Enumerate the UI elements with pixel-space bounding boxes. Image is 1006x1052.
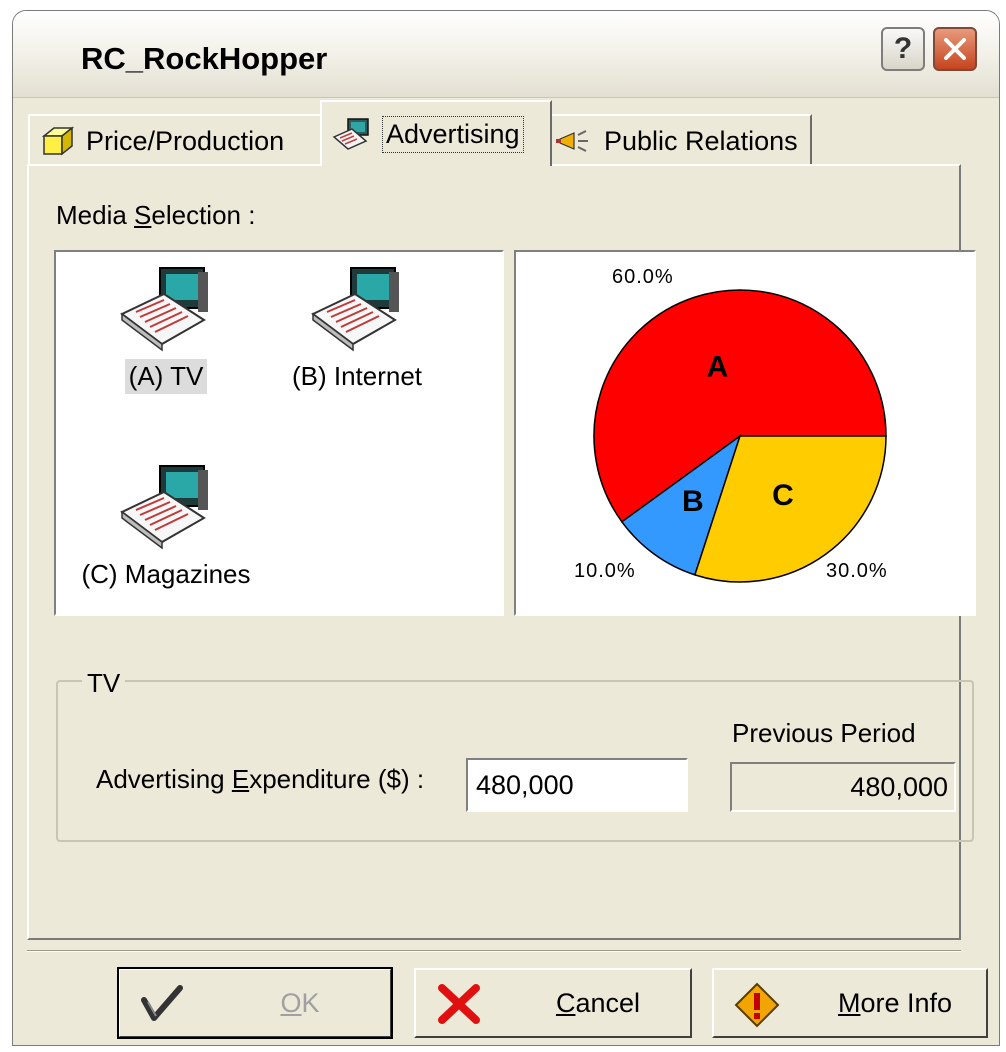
media-pie-chart: A B C 60.0% 10.0% 30.0% — [514, 250, 976, 616]
media-item-magazines[interactable]: (C) Magazines — [66, 462, 266, 592]
media-item-tv[interactable]: (A) TV — [96, 264, 236, 394]
media-item-internet[interactable]: (B) Internet — [262, 264, 452, 394]
computer-newspaper-icon — [120, 465, 208, 550]
tab-label: Public Relations — [604, 125, 798, 156]
tab-advertising[interactable]: Advertising — [320, 100, 552, 166]
ok-label: OK — [280, 987, 320, 1018]
close-icon — [944, 38, 966, 60]
cancel-button[interactable]: Cancel — [414, 968, 692, 1038]
media-list[interactable]: (A) TV (B) Internet (C) Magazines — [54, 250, 504, 616]
media-item-label: (C) Magazines — [81, 559, 251, 589]
media-selection-label: Media Selection : — [56, 200, 256, 230]
separator — [27, 950, 961, 952]
pie-slice-letter: A — [707, 351, 729, 384]
previous-period-value: 480,000 — [730, 762, 956, 812]
megaphone-icon — [556, 130, 588, 152]
box-icon — [41, 126, 75, 156]
media-item-label: (A) TV — [124, 359, 208, 394]
advertising-icon — [332, 118, 369, 150]
tab-label: Price/Production — [86, 125, 285, 156]
computer-newspaper-icon — [311, 267, 399, 352]
ok-button[interactable]: OK — [117, 967, 393, 1039]
help-label: ? — [893, 32, 913, 65]
tab-price-production[interactable]: Price/Production — [28, 114, 328, 166]
pie-slice-letter: B — [682, 485, 704, 518]
tab-public-relations[interactable]: Public Relations — [542, 114, 812, 166]
advertising-expenditure-input[interactable]: 480,000 — [466, 758, 688, 812]
help-button[interactable]: ? — [881, 27, 925, 71]
more-info-label: More Info — [837, 987, 953, 1018]
advertising-expenditure-label: Advertising Expenditure ($) : — [96, 764, 425, 794]
pie-slice-letter: C — [772, 479, 794, 512]
tab-label: Advertising — [382, 115, 524, 153]
group-title: TV — [82, 668, 126, 699]
computer-newspaper-icon — [120, 267, 208, 352]
more-info-button[interactable]: More Info — [712, 968, 988, 1038]
previous-period-label: Previous Period — [732, 718, 916, 748]
slice-a-percent: 60.0% — [612, 266, 674, 288]
slice-c-percent: 30.0% — [826, 560, 888, 582]
media-item-label: (B) Internet — [291, 361, 423, 391]
cancel-label: Cancel — [555, 987, 641, 1018]
window-title: RC_RockHopper — [81, 41, 328, 76]
slice-b-percent: 10.0% — [574, 560, 636, 582]
title-bar[interactable]: RC_RockHopper ? — [13, 11, 999, 98]
close-button[interactable] — [933, 27, 977, 71]
